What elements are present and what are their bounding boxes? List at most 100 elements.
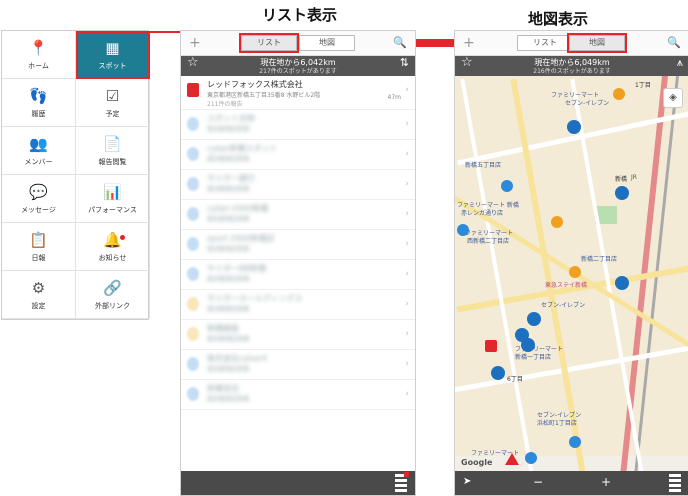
spot-pin-icon (187, 387, 199, 401)
star-icon[interactable]: ☆ (461, 56, 473, 69)
footprints-icon: 👣 (29, 86, 48, 105)
list-bottom-bar (181, 471, 415, 495)
spot-pin-icon (187, 237, 199, 251)
spot-address: 東京都港区新橋 (207, 156, 250, 163)
chevron-right-icon: › (405, 269, 409, 279)
main-menu: 📍 ホーム ▦ スポット 👣 履歴 ☑ 予定 👥 メンバー 📄 報告閲覧 💬 メッセージ 📊 パフォーマンス 📋… (1, 30, 150, 320)
spot-pin[interactable] (501, 180, 513, 192)
spot-pin-icon (187, 207, 199, 221)
menu-item-2[interactable]: 👣 履歴 (2, 79, 76, 127)
map-label: 新橋一丁目店 (515, 354, 552, 361)
map-label: セブン-イレブン (541, 302, 586, 309)
spot-pin[interactable] (615, 276, 629, 290)
menu-item-5[interactable]: 📄 報告閲覧 (76, 127, 150, 175)
location-status: ☆ 現在地から6,042km 217件のスポットがあります ⇅ (181, 56, 415, 76)
spot-count: 216件のスポットがあります (533, 68, 611, 75)
menu-item-4[interactable]: 👥 メンバー (2, 127, 76, 175)
spot-address: 東京都港区新橋 (207, 366, 250, 373)
search-icon[interactable]: 🔍 (393, 36, 407, 49)
menu-item-3[interactable]: ☑ 予定 (76, 79, 150, 127)
menu-item-11[interactable]: 🔗 外部リンク (76, 271, 150, 319)
spot-name: サイボーホールディングス (207, 294, 303, 303)
spot-address: 東京都港区新橋 (207, 126, 250, 133)
search-icon[interactable]: 🔍 (667, 36, 681, 49)
menu-label: 報告閲覧 (98, 157, 127, 166)
tab-map[interactable]: 地図 (567, 33, 627, 53)
sort-icon[interactable]: ⇅ (400, 57, 409, 68)
redfox-logo-icon (187, 83, 199, 97)
menu-label: 予定 (105, 109, 120, 118)
spot-pin-icon (187, 147, 199, 161)
spot-name: サイボー銀行 (207, 174, 255, 183)
location-status: ☆ 現在地から6,049km 216件のスポットがあります ⩚ (455, 56, 688, 76)
list-item[interactable]: サイボーホールディングス 東京都港区新橋 › (181, 290, 415, 320)
spot-pin[interactable] (567, 120, 581, 134)
menu-item-10[interactable]: ⚙ 設定 (2, 271, 76, 319)
spot-address: 東京都港区新橋 (207, 396, 250, 403)
spot-pin[interactable] (521, 338, 535, 352)
redfox-menu-icon[interactable] (669, 474, 681, 492)
members-icon: 👥 (29, 134, 48, 153)
spot-pin-icon (187, 177, 199, 191)
list-item[interactable]: 新橋支店 東京都港区新橋 › (181, 380, 415, 410)
chevron-right-icon: › (405, 85, 409, 95)
menu-item-8[interactable]: 📋 日報 (2, 223, 76, 271)
tab-list[interactable]: リスト (239, 33, 299, 53)
spot-pin[interactable] (569, 436, 581, 448)
list-topbar: + リスト 地図 🔍 (181, 31, 415, 56)
spot-name: スポット名称 (207, 114, 255, 123)
notification-dot (120, 235, 125, 240)
compass-icon[interactable]: ⩚ (677, 57, 683, 68)
map-label: 新橋 (615, 176, 628, 183)
menu-item-0[interactable]: 📍 ホーム (2, 31, 76, 79)
tab-map[interactable]: 地図 (299, 35, 355, 51)
menu-item-7[interactable]: 📊 パフォーマンス (76, 175, 150, 223)
chevron-right-icon: › (405, 119, 409, 129)
star-icon[interactable]: ☆ (187, 56, 199, 69)
spot-name: レッドフォックス株式会社 (207, 80, 303, 89)
spot-pin[interactable] (613, 88, 625, 100)
spot-pin[interactable] (615, 186, 629, 200)
zoom-out-button[interactable]: − (533, 475, 543, 489)
location-arrow-icon[interactable]: ➤ (463, 476, 471, 487)
add-spot-button[interactable]: + (463, 35, 475, 51)
spot-pin[interactable] (457, 224, 469, 236)
spot-address: 東京都港区新橋 (207, 276, 250, 283)
menu-item-1[interactable]: ▦ スポット (76, 31, 150, 79)
list-item[interactable]: cyber新橋スポット 東京都港区新橋 › (181, 140, 415, 170)
menu-label: メッセージ (21, 205, 56, 214)
list-item[interactable]: sport 2000新橋店 東京都港区新橋 › (181, 230, 415, 260)
menu-label: パフォーマンス (88, 205, 137, 214)
list-item[interactable]: 新橋銀座 東京都港区新橋 › (181, 320, 415, 350)
list-item[interactable]: サイボーBB新橋 東京都港区新橋 › (181, 260, 415, 290)
zoom-in-button[interactable]: + (601, 475, 611, 489)
map-topbar: + リスト 地図 🔍 (455, 31, 688, 56)
map-label: JR (631, 174, 637, 181)
menu-item-6[interactable]: 💬 メッセージ (2, 175, 76, 223)
spot-pin[interactable] (525, 452, 537, 464)
redfox-pin[interactable] (485, 340, 497, 352)
spot-pin[interactable] (569, 266, 581, 278)
tab-list[interactable]: リスト (517, 35, 573, 51)
spot-pin[interactable] (491, 366, 505, 380)
report-icon: 📋 (29, 230, 48, 249)
spot-name: cyber新橋スポット (207, 144, 278, 153)
menu-label: 日報 (31, 253, 46, 262)
list-item[interactable]: サイボー銀行 東京都港区新橋 › (181, 170, 415, 200)
list-item[interactable]: レッドフォックス株式会社 東京都港区新橋五丁目35番8 水野ビル2階 211件の… (181, 76, 415, 110)
layers-icon[interactable]: ◈ (663, 88, 683, 108)
spot-name: サイボーBB新橋 (207, 264, 266, 273)
spot-name: 新橋銀座 (207, 324, 239, 333)
spot-pin[interactable] (551, 216, 563, 228)
spot-distance: 47m (387, 94, 401, 101)
redfox-menu-icon[interactable] (395, 472, 409, 492)
list-item[interactable]: スポット名称 東京都港区新橋 › (181, 110, 415, 140)
menu-item-9[interactable]: 🔔 お知らせ (76, 223, 150, 271)
spot-pin[interactable] (527, 312, 541, 326)
map-view[interactable]: ファミリーマート セブン-イレブン 新橋五丁目店 新橋 JR ファミリーマート … (455, 76, 688, 471)
spot-pin-icon (187, 267, 199, 281)
add-spot-button[interactable]: + (189, 35, 201, 51)
blurred-list: スポット名称 東京都港区新橋 › cyber新橋スポット 東京都港区新橋 › サイボー銀行東… (181, 110, 415, 410)
list-item[interactable]: cyber-2000新橋 東京都港区新橋 › (181, 200, 415, 230)
list-item[interactable]: 株式会社cyberX 東京都港区新橋 › (181, 350, 415, 380)
